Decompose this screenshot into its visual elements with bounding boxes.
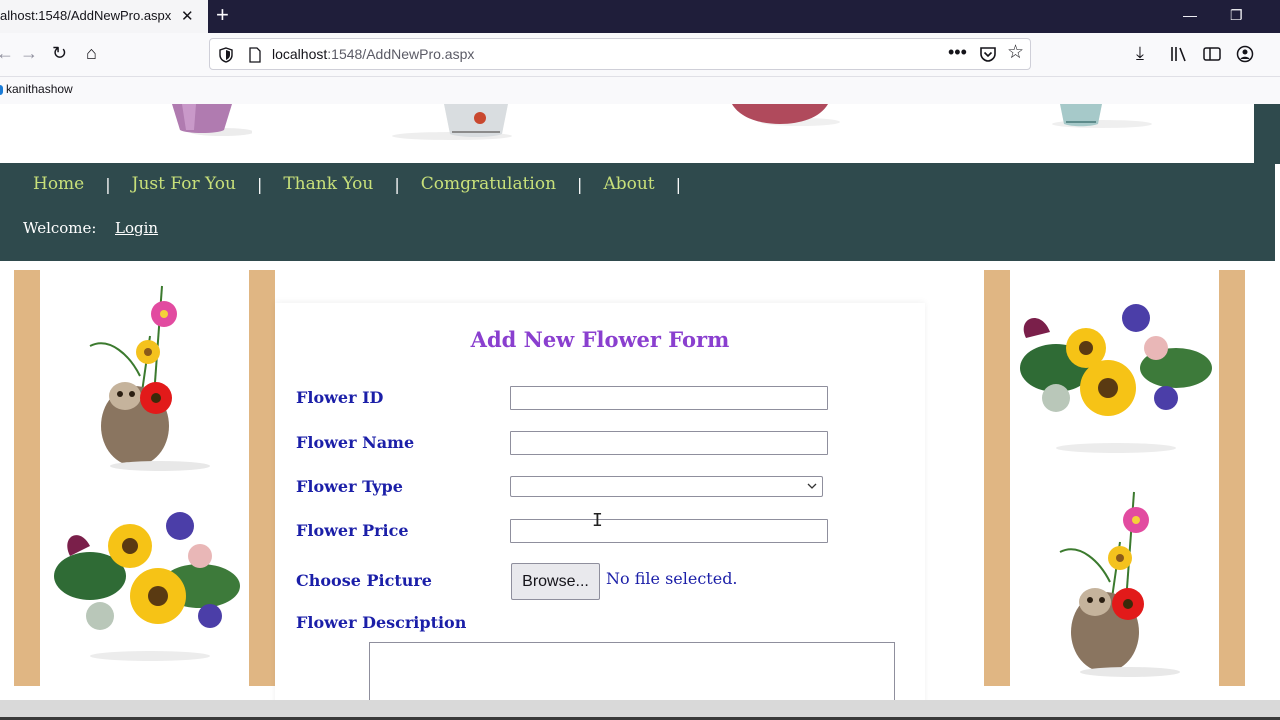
- right-decor-panel: [984, 270, 1245, 686]
- menu-separator: |: [256, 174, 263, 194]
- site-navigation: Home | Just For You | Thank You | Comgra…: [0, 163, 1275, 261]
- browse-button[interactable]: Browse...: [511, 563, 600, 600]
- active-tab[interactable]: alhost:1548/AddNewPro.aspx ✕: [0, 0, 208, 33]
- browser-toolbar: ← → ↻ ⌂ localhost:1548/AddNewPro.aspx ••…: [0, 33, 1280, 77]
- sidebar-icon[interactable]: [1203, 46, 1221, 62]
- back-icon[interactable]: ←: [0, 43, 14, 63]
- url-text: localhost:1548/AddNewPro.aspx: [272, 46, 474, 62]
- minimize-icon[interactable]: —: [1183, 7, 1197, 23]
- menu-just-for-you[interactable]: Just For You: [132, 174, 236, 194]
- vase-image-2: [392, 104, 512, 140]
- flower-name-label: Flower Name: [296, 433, 415, 452]
- pocket-icon[interactable]: [979, 46, 997, 63]
- bookmark-favicon-icon: [0, 85, 3, 95]
- bookmark-item[interactable]: kanithashow: [6, 82, 73, 96]
- left-stripe: [14, 270, 40, 686]
- flower-price-label: Flower Price: [296, 521, 409, 540]
- more-actions-icon[interactable]: •••: [948, 42, 967, 63]
- flower-type-select[interactable]: [510, 476, 823, 497]
- bookmarks-toolbar: kanithashow: [0, 77, 1280, 104]
- menu-thank-you[interactable]: Thank You: [283, 174, 373, 194]
- horizontal-scrollbar[interactable]: [0, 700, 1280, 720]
- flower-description-label: Flower Description: [296, 613, 467, 632]
- flower-type-label: Flower Type: [296, 477, 403, 496]
- choose-picture-label: Choose Picture: [296, 571, 432, 590]
- page-icon: [249, 47, 261, 63]
- left-decor-panel: [14, 270, 275, 686]
- new-tab-icon[interactable]: +: [216, 4, 229, 26]
- login-link[interactable]: Login: [115, 219, 158, 237]
- right-stripe: [984, 270, 1010, 686]
- menu-separator: |: [394, 174, 400, 194]
- banner-side-bar: [1254, 104, 1280, 164]
- menu-home[interactable]: Home: [33, 174, 84, 194]
- flower-name-input[interactable]: [510, 431, 828, 455]
- flower-id-label: Flower ID: [296, 388, 384, 407]
- forward-icon[interactable]: →: [20, 43, 38, 63]
- address-bar[interactable]: localhost:1548/AddNewPro.aspx ••• ☆: [209, 38, 1031, 70]
- bookmark-star-icon[interactable]: ☆: [1007, 41, 1024, 64]
- library-icon[interactable]: [1170, 46, 1188, 62]
- sloth-bouquet-image: [89, 285, 210, 471]
- menu-congratulation[interactable]: Comgratulation: [421, 174, 556, 194]
- restore-icon[interactable]: ❐: [1230, 7, 1243, 24]
- downloads-icon[interactable]: ⤓: [1136, 43, 1144, 63]
- reload-icon[interactable]: ↻: [52, 43, 67, 63]
- vase-image-1: [172, 104, 252, 136]
- home-icon[interactable]: ⌂: [86, 43, 97, 63]
- header-banner: [2, 104, 1254, 164]
- close-tab-icon[interactable]: ✕: [181, 7, 194, 25]
- left-stripe-inner: [249, 270, 275, 686]
- text-cursor-icon: I: [592, 510, 603, 531]
- url-host: localhost: [272, 46, 328, 62]
- file-status: No file selected.: [606, 569, 738, 588]
- flower-id-input[interactable]: [510, 386, 828, 410]
- flower-description-textarea[interactable]: [369, 642, 895, 700]
- right-stripe-inner: [1219, 270, 1245, 686]
- browser-tab-bar: alhost:1548/AddNewPro.aspx ✕ + — ❐: [0, 0, 1280, 33]
- vase-image-3: [732, 104, 840, 126]
- account-icon[interactable]: [1236, 45, 1254, 63]
- sunflower-bouquet-image: [54, 512, 240, 661]
- menu-separator: |: [577, 174, 583, 194]
- chevron-down-icon: [807, 483, 817, 489]
- menu-separator: |: [675, 174, 682, 194]
- url-path: :1548/AddNewPro.aspx: [327, 46, 475, 62]
- menu-about[interactable]: About: [603, 174, 654, 194]
- vase-image-4: [1052, 104, 1152, 128]
- form-title: Add New Flower Form: [470, 327, 730, 352]
- main-menu: Home | Just For You | Thank You | Comgra…: [33, 174, 702, 194]
- shield-icon[interactable]: [219, 47, 233, 63]
- web-page: Home | Just For You | Thank You | Comgra…: [0, 104, 1280, 700]
- sunflower-bouquet-image: [1020, 304, 1212, 453]
- menu-separator: |: [105, 174, 111, 194]
- sloth-bouquet-image: [1059, 491, 1180, 677]
- tab-title: alhost:1548/AddNewPro.aspx: [0, 8, 172, 23]
- welcome-label: Welcome:: [23, 219, 97, 237]
- add-flower-form: Add New Flower Form Flower ID Flower Nam…: [275, 303, 925, 700]
- flower-price-input[interactable]: [510, 519, 828, 543]
